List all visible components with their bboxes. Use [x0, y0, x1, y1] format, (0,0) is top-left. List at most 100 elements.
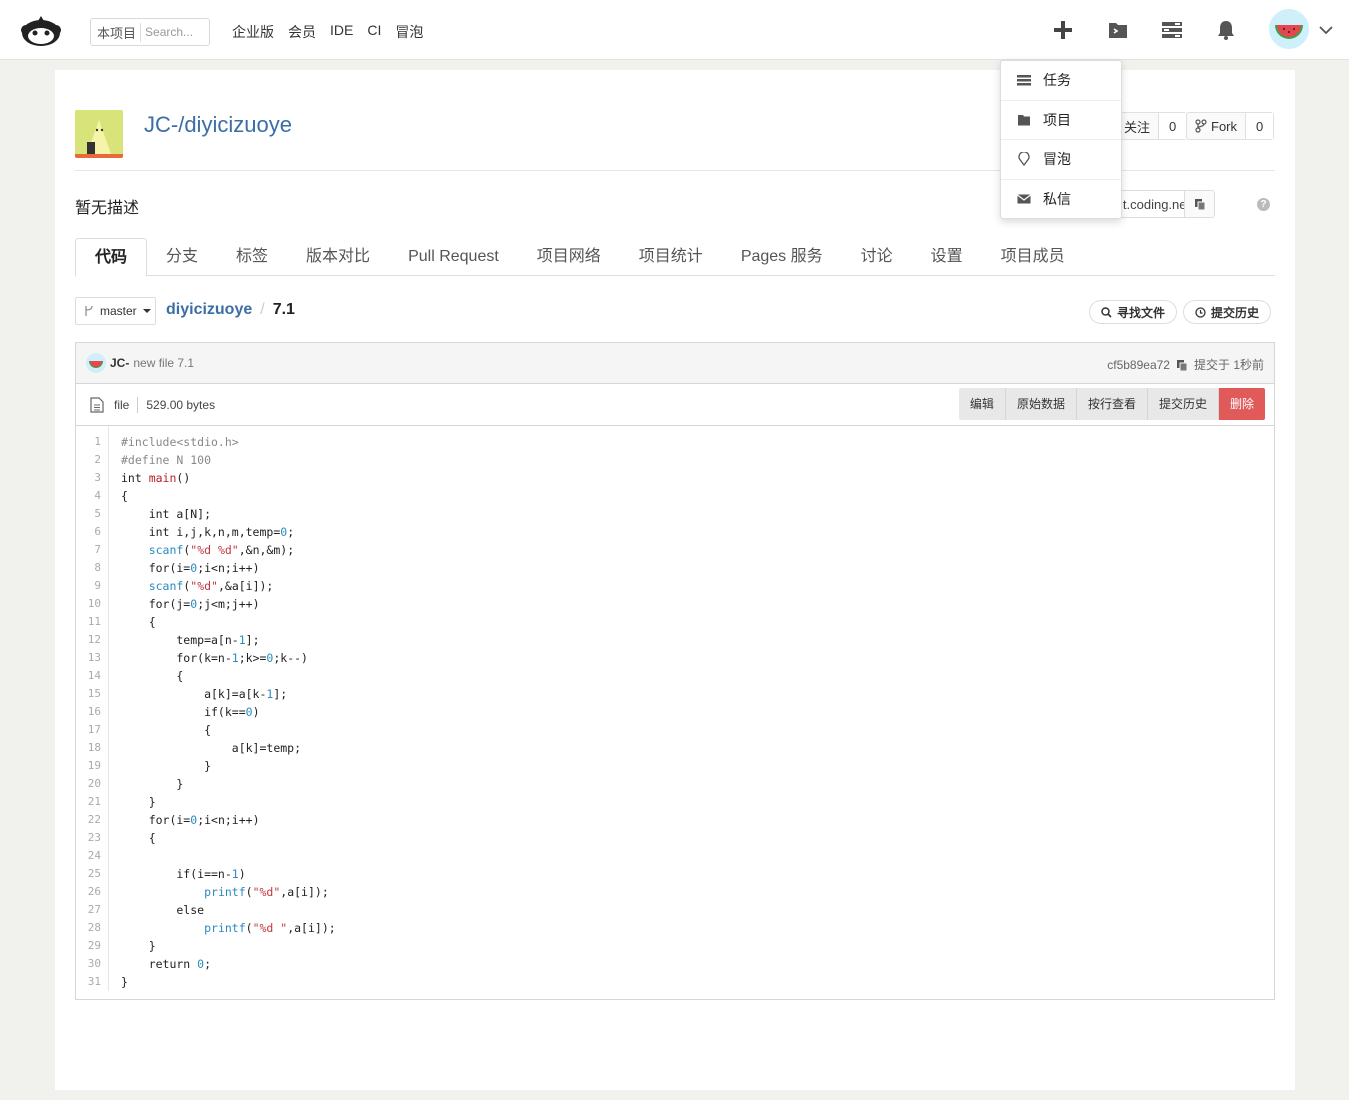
commit-author[interactable]: JC- [110, 356, 129, 370]
nav-link-enterprise[interactable]: 企业版 [232, 22, 274, 42]
project-tabs: 代码 分支 标签 版本对比 Pull Request 项目网络 项目统计 Pag… [75, 238, 1275, 277]
project-description: 暂无描述 [75, 200, 140, 217]
code-text: for(j=0;j<m;j++) [121, 597, 260, 611]
copy-url-button[interactable] [1184, 191, 1214, 217]
copy-icon[interactable] [1176, 359, 1188, 371]
code-line: 1 #include<stdio.h> [76, 433, 1274, 451]
fork-icon [1195, 119, 1207, 133]
search-icon [1101, 306, 1112, 318]
code-text: for(k=n-1;k>=0;k--) [121, 651, 308, 665]
dropdown-item-task[interactable]: 任务 [1001, 61, 1121, 101]
code-line: 3 int main() [76, 469, 1274, 487]
commit-author-avatar[interactable] [86, 353, 106, 373]
dropdown-item-project[interactable]: 项目 [1001, 101, 1121, 140]
code-line: 22 for(i=0;i<n;i++) [76, 811, 1274, 829]
fork-button[interactable]: Fork 0 [1186, 112, 1275, 140]
watch-label[interactable]: 关注 [1116, 117, 1158, 136]
tab-members[interactable]: 项目成员 [982, 238, 1084, 276]
fork-label: Fork [1211, 118, 1237, 134]
meta-separator [137, 396, 139, 413]
tab-code[interactable]: 代码 [75, 238, 148, 277]
nav-link-ci[interactable]: CI [367, 22, 381, 42]
history-button[interactable]: 提交历史 [1183, 300, 1272, 324]
code-line: 26 printf("%d",a[i]); [76, 883, 1274, 901]
find-file-label: 寻找文件 [1117, 305, 1166, 320]
code-text: { [121, 831, 156, 845]
task-list-icon [1017, 75, 1031, 86]
code-line: 10 for(j=0;j<m;j++) [76, 595, 1274, 613]
breadcrumb: diyicizuoye / 7.1 [166, 301, 295, 319]
commit-hash[interactable]: cf5b89ea72 [1107, 358, 1170, 372]
commit-message[interactable]: new file 7.1 [133, 356, 194, 370]
bell-icon[interactable] [1214, 18, 1238, 42]
chevron-down-icon[interactable] [1318, 22, 1334, 38]
top-navbar: 本项目 Search... 企业版 会员 IDE CI 冒泡 [0, 0, 1349, 60]
delete-button[interactable]: 删除 [1218, 388, 1265, 420]
nav-link-ide[interactable]: IDE [330, 22, 353, 42]
code-text: int a[N]; [121, 507, 212, 521]
project-title[interactable]: JC-/diyicizuoye [144, 112, 292, 138]
dropdown-item-message[interactable]: 私信 [1001, 180, 1121, 220]
code-text: else [121, 903, 205, 917]
code-line: 18 a[k]=temp; [76, 739, 1274, 757]
code-text: scanf("%d",&a[i]); [148, 579, 274, 593]
raw-button[interactable]: 原始数据 [1005, 388, 1077, 420]
clock-icon [1195, 306, 1206, 318]
blame-button[interactable]: 按行查看 [1076, 388, 1148, 420]
edit-button[interactable]: 编辑 [958, 388, 1006, 420]
coding-logo-icon[interactable] [18, 12, 64, 48]
dropdown-item-bubble[interactable]: 冒泡 [1001, 140, 1121, 180]
code-line: 12 temp=a[n-1]; [76, 631, 1274, 649]
code-text: } [121, 759, 212, 773]
watermelon-avatar-icon [89, 361, 103, 368]
search-input[interactable]: 本项目 Search... [90, 18, 210, 46]
code-line: 7 scanf("%d %d",&n,&m); [76, 541, 1274, 559]
nav-link-membership[interactable]: 会员 [288, 22, 316, 42]
envelope-icon [1017, 194, 1031, 204]
file-history-button[interactable]: 提交历史 [1147, 388, 1219, 420]
plus-icon[interactable] [1051, 18, 1075, 42]
project-avatar[interactable] [75, 110, 123, 158]
search-scope-label[interactable]: 本项目 [97, 22, 142, 42]
watch-button[interactable]: 关注 0 [1115, 112, 1188, 140]
task-list-icon[interactable] [1160, 18, 1184, 42]
code-line: 8 for(i=0;i<n;i++) [76, 559, 1274, 577]
breadcrumb-separator: / [260, 301, 265, 318]
code-text: int i,j,k,n,m,temp=0; [121, 525, 295, 539]
tab-tags[interactable]: 标签 [217, 238, 287, 276]
fork-label-wrap[interactable]: Fork [1187, 119, 1245, 134]
code-line: 2 #define N 100 [76, 451, 1274, 469]
help-icon[interactable]: ? [1257, 198, 1270, 211]
code-line: 23 { [76, 829, 1274, 847]
find-file-button[interactable]: 寻找文件 [1089, 300, 1178, 324]
tab-compare[interactable]: 版本对比 [287, 238, 389, 276]
tab-pages[interactable]: Pages 服务 [722, 238, 842, 276]
project-folder-icon[interactable] [1106, 18, 1130, 42]
dropdown-item-label: 私信 [1043, 191, 1071, 208]
branch-name: master [100, 304, 137, 318]
code-text: for(i=0;i<n;i++) [121, 813, 260, 827]
code-line: 15 a[k]=a[k-1]; [76, 685, 1274, 703]
tab-pull-request[interactable]: Pull Request [389, 238, 518, 276]
code-line: 20 } [76, 775, 1274, 793]
tab-settings[interactable]: 设置 [912, 238, 982, 276]
code-text: scanf("%d %d",&n,&m); [148, 543, 295, 557]
branch-selector[interactable]: master [75, 297, 156, 325]
code-text: temp=a[n-1]; [121, 633, 260, 647]
nav-link-bubble[interactable]: 冒泡 [395, 22, 423, 42]
breadcrumb-repo[interactable]: diyicizuoye [166, 301, 252, 319]
create-dropdown-menu: 任务 项目 冒泡 私信 [1000, 60, 1122, 219]
code-line: 11 { [76, 613, 1274, 631]
tab-statistics[interactable]: 项目统计 [620, 238, 722, 276]
file-size: 529.00 bytes [146, 397, 216, 412]
code-text: #include<stdio.h> [121, 435, 239, 449]
code-text: { [121, 615, 156, 629]
tab-network[interactable]: 项目网络 [518, 238, 620, 276]
code-text: a[k]=a[k-1]; [121, 687, 288, 701]
tab-discussion[interactable]: 讨论 [842, 238, 912, 276]
code-line: 30 return 0; [76, 955, 1274, 973]
code-text: return 0; [121, 957, 212, 971]
user-avatar[interactable] [1269, 9, 1309, 49]
tab-branches[interactable]: 分支 [147, 238, 217, 276]
